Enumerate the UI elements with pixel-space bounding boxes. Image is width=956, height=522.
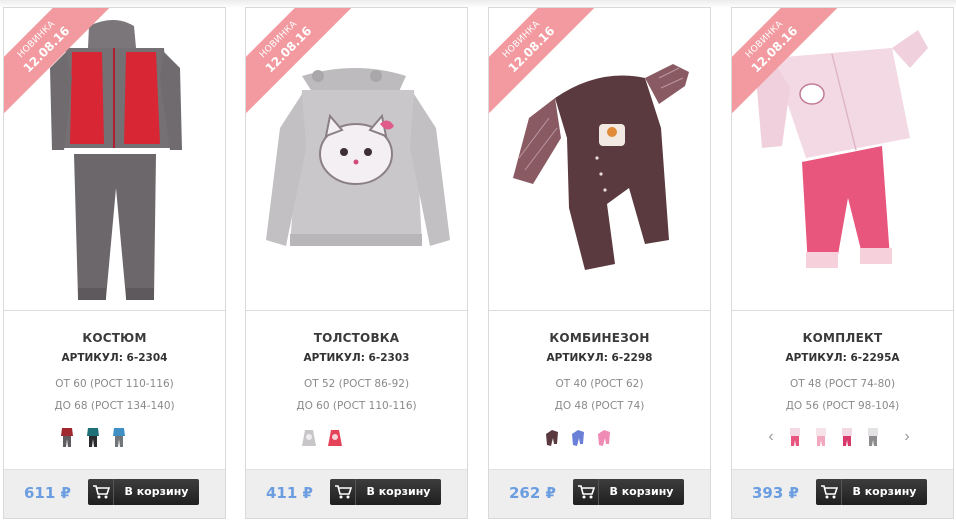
card-footer: 411 ₽ В корзину	[246, 469, 467, 518]
variant-thumb-pink-light[interactable]	[787, 426, 803, 448]
variant-carousel: ‹ ›	[732, 426, 953, 450]
card-footer: 611 ₽ В корзину	[4, 469, 225, 518]
variant-thumb-pink[interactable]	[596, 426, 612, 448]
size-to: ДО 60 (РОСТ 110-116)	[296, 400, 417, 412]
product-card-kostyum: НОВИНКА 12.08.16 КОСТЮМ АРТИКУЛ: 6-2304 …	[3, 7, 226, 519]
add-to-cart-label: В корзину	[609, 485, 674, 498]
add-to-cart-button[interactable]: В корзину	[88, 479, 199, 505]
product-photo[interactable]: НОВИНКА 12.08.16	[4, 8, 225, 311]
size-to: ДО 48 (РОСТ 74)	[554, 400, 645, 412]
variant-thumb-teal-black[interactable]	[85, 426, 101, 448]
product-photo[interactable]: НОВИНКА 12.08.16	[732, 8, 953, 311]
variant-thumb-blue-grey[interactable]	[111, 426, 127, 448]
product-sku: АРТИКУЛ: 6-2303	[303, 352, 410, 364]
cart-icon	[88, 479, 114, 505]
add-to-cart-label: В корзину	[852, 485, 917, 498]
product-photo[interactable]: НОВИНКА 12.08.16	[489, 8, 710, 311]
cart-icon	[573, 479, 599, 505]
product-card-komplekt: НОВИНКА 12.08.16 КОМПЛЕКТ АРТИКУЛ: 6-229…	[731, 7, 954, 519]
size-from: ОТ 48 (РОСТ 74-80)	[789, 378, 896, 390]
add-to-cart-label: В корзину	[366, 485, 431, 498]
product-price: 393 ₽	[752, 484, 799, 502]
variant-thumb-blue[interactable]	[570, 426, 586, 448]
chevron-left-icon[interactable]: ‹	[765, 428, 777, 446]
product-card-tolstovka: НОВИНКА 12.08.16 ТОЛСТОВКА АРТИКУЛ: 6-23…	[245, 7, 468, 519]
size-from: ОТ 52 (РОСТ 86-92)	[303, 378, 410, 390]
product-price: 611 ₽	[24, 484, 71, 502]
add-to-cart-button[interactable]: В корзину	[816, 479, 927, 505]
size-from: ОТ 60 (РОСТ 110-116)	[55, 378, 174, 390]
size-to: ДО 68 (РОСТ 134-140)	[54, 400, 175, 412]
product-sku: АРТИКУЛ: 6-2295А	[785, 352, 900, 364]
product-name[interactable]: КОМБИНЕЗОН	[489, 331, 710, 345]
card-footer: 393 ₽ В корзину	[732, 469, 953, 518]
product-name[interactable]: КОМПЛЕКТ	[732, 331, 953, 345]
variant-thumbnails	[489, 426, 710, 450]
variant-thumbnails	[246, 426, 467, 450]
product-sku: АРТИКУЛ: 6-2298	[546, 352, 653, 364]
size-from: ОТ 40 (РОСТ 62)	[555, 378, 644, 390]
variant-thumb-light-grey[interactable]	[301, 426, 317, 448]
variant-thumb-brown[interactable]	[544, 426, 560, 448]
cart-icon	[330, 479, 356, 505]
variant-thumb-pink-pale[interactable]	[813, 426, 829, 448]
card-footer: 262 ₽ В корзину	[489, 469, 710, 518]
product-name[interactable]: ТОЛСТОВКА	[246, 331, 467, 345]
size-to: ДО 56 (РОСТ 98-104)	[785, 400, 900, 412]
chevron-right-icon[interactable]: ›	[901, 428, 913, 446]
variant-thumb-red-grey[interactable]	[59, 426, 75, 448]
product-price: 262 ₽	[509, 484, 556, 502]
add-to-cart-label: В корзину	[124, 485, 189, 498]
cart-icon	[816, 479, 842, 505]
product-name[interactable]: КОСТЮМ	[4, 331, 225, 345]
variant-thumb-pink-red[interactable]	[327, 426, 343, 448]
product-photo[interactable]: НОВИНКА 12.08.16	[246, 8, 467, 311]
product-card-kombinezon: НОВИНКА 12.08.16 КОМБИНЕЗОН АРТИКУЛ: 6-2…	[488, 7, 711, 519]
variant-thumb-grey[interactable]	[865, 426, 881, 448]
product-sku: АРТИКУЛ: 6-2304	[61, 352, 168, 364]
add-to-cart-button[interactable]: В корзину	[573, 479, 684, 505]
variant-thumbnails	[4, 426, 225, 450]
add-to-cart-button[interactable]: В корзину	[330, 479, 441, 505]
variant-thumb-pink-hot[interactable]	[839, 426, 855, 448]
product-price: 411 ₽	[266, 484, 313, 502]
